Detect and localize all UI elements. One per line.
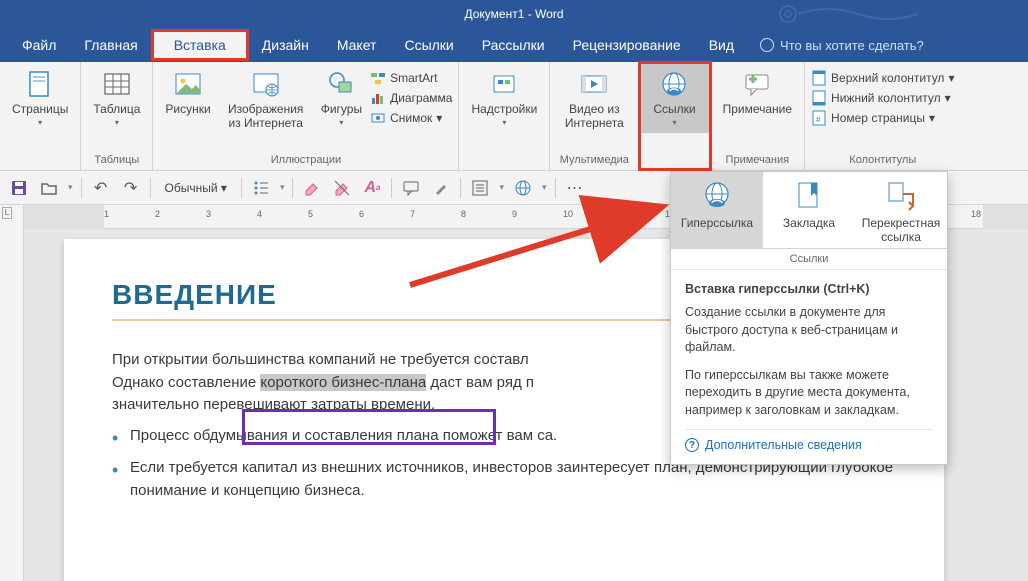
pages-button[interactable]: Страницы ▾ — [6, 66, 74, 129]
group-comments: Примечание Примечания — [711, 62, 805, 170]
group-links: Ссылки ▾ — [639, 62, 710, 170]
link-icon — [658, 68, 690, 100]
group-pages: Страницы ▾ — [0, 62, 81, 170]
group-illustrations: Рисунки Изображения из Интернета Фигуры … — [153, 62, 459, 170]
font-button[interactable]: Aa — [361, 177, 383, 199]
title-bar: Документ1 - Word — [0, 0, 1028, 28]
smartart-icon — [370, 70, 386, 86]
footer-button[interactable]: Нижний колонтитул ▾ — [811, 90, 954, 106]
video-icon — [578, 68, 610, 100]
group-tables: Таблица ▾ Таблицы — [81, 62, 153, 170]
addins-button[interactable]: Надстройки ▾ — [465, 66, 543, 129]
group-headerfooter: Верхний колонтитул ▾ Нижний колонтитул ▾… — [805, 62, 960, 170]
shapes-button[interactable]: Фигуры ▾ — [315, 66, 368, 129]
ribbon: Страницы ▾ Таблица ▾ Таблицы Рисунки Изо… — [0, 62, 1028, 171]
comment-icon — [741, 68, 773, 100]
screenshot-icon — [370, 110, 386, 126]
tab-file[interactable]: Файл — [8, 30, 70, 60]
tab-references[interactable]: Ссылки — [390, 30, 467, 60]
chart-button[interactable]: Диаграмма — [370, 90, 452, 106]
undo-button[interactable]: ↶ — [90, 177, 112, 199]
table-button[interactable]: Таблица ▾ — [87, 66, 146, 129]
links-dropdown: Гиперссылка Закладка Перекрестная ссылка… — [670, 171, 948, 465]
hyperlink-icon — [701, 180, 733, 212]
header-icon — [811, 70, 827, 86]
page-icon — [24, 68, 56, 100]
bookmark-button[interactable]: Закладка — [763, 172, 855, 248]
tooltip-body: По гиперссылкам вы также можете переходи… — [685, 367, 933, 420]
bulb-icon — [760, 38, 774, 52]
redo-button[interactable]: ↷ — [120, 177, 142, 199]
toc-button[interactable] — [469, 177, 491, 199]
bookmark-icon — [793, 180, 825, 212]
tab-design[interactable]: Дизайн — [248, 30, 323, 60]
tooltip-body: Создание ссылки в документе для быстрого… — [685, 304, 933, 357]
tell-me-search[interactable]: Что вы хотите сделать? — [760, 38, 924, 53]
style-select[interactable]: Обычный ▾ — [159, 181, 233, 195]
bullets-button[interactable] — [250, 177, 272, 199]
crossref-icon — [885, 180, 917, 212]
footer-icon — [811, 90, 827, 106]
table-icon — [101, 68, 133, 100]
tab-mailings[interactable]: Рассылки — [468, 30, 559, 60]
pictures-button[interactable]: Рисунки — [159, 66, 216, 118]
ink-button[interactable] — [430, 177, 452, 199]
globe-button[interactable] — [512, 177, 534, 199]
group-addins: Надстройки ▾ — [459, 62, 550, 170]
tooltip: Вставка гиперссылки (Ctrl+K) Создание сс… — [671, 270, 947, 464]
eraser1-button[interactable] — [301, 177, 323, 199]
pagenum-icon: # — [811, 110, 827, 126]
comment-button[interactable]: Примечание — [717, 66, 798, 118]
chart-icon — [370, 90, 386, 106]
addins-icon — [488, 68, 520, 100]
more-info-link[interactable]: ? Дополнительные сведения — [685, 429, 933, 452]
page-number-button[interactable]: #Номер страницы ▾ — [811, 110, 954, 126]
save-button[interactable] — [8, 177, 30, 199]
tooltip-title: Вставка гиперссылки (Ctrl+K) — [685, 282, 933, 296]
decorative-swirl — [768, 2, 948, 26]
comment-qat-button[interactable] — [400, 177, 422, 199]
tab-view[interactable]: Вид — [695, 30, 748, 60]
eraser2-button[interactable] — [331, 177, 353, 199]
online-video-button[interactable]: Видео из Интернета — [556, 66, 632, 132]
crossref-button[interactable]: Перекрестная ссылка — [855, 172, 947, 248]
tab-layout[interactable]: Макет — [323, 30, 391, 60]
picture-icon — [172, 68, 204, 100]
ribbon-tabs: Файл Главная Вставка Дизайн Макет Ссылки… — [0, 28, 1028, 62]
header-button[interactable]: Верхний колонтитул ▾ — [811, 70, 954, 86]
vertical-ruler: L — [0, 205, 24, 581]
window-title: Документ1 - Word — [464, 7, 563, 21]
group-media: Видео из Интернета Мультимедиа — [550, 62, 639, 170]
links-button[interactable]: Ссылки ▾ — [639, 62, 709, 133]
svg-text:#: # — [816, 115, 821, 124]
tab-review[interactable]: Рецензирование — [559, 30, 695, 60]
help-icon: ? — [685, 438, 699, 452]
shapes-icon — [325, 68, 357, 100]
hyperlink-button[interactable]: Гиперссылка — [671, 172, 763, 248]
selected-text: короткого бизнес-плана — [260, 374, 426, 391]
tab-home[interactable]: Главная — [70, 30, 151, 60]
smartart-button[interactable]: SmartArt — [370, 70, 452, 86]
tab-insert[interactable]: Вставка — [152, 30, 248, 60]
more-button[interactable]: ⋯ — [564, 177, 586, 199]
online-pictures-button[interactable]: Изображения из Интернета — [219, 66, 313, 132]
screenshot-button[interactable]: Снимок ▾ — [370, 110, 452, 126]
online-picture-icon — [250, 68, 282, 100]
open-button[interactable] — [38, 177, 60, 199]
